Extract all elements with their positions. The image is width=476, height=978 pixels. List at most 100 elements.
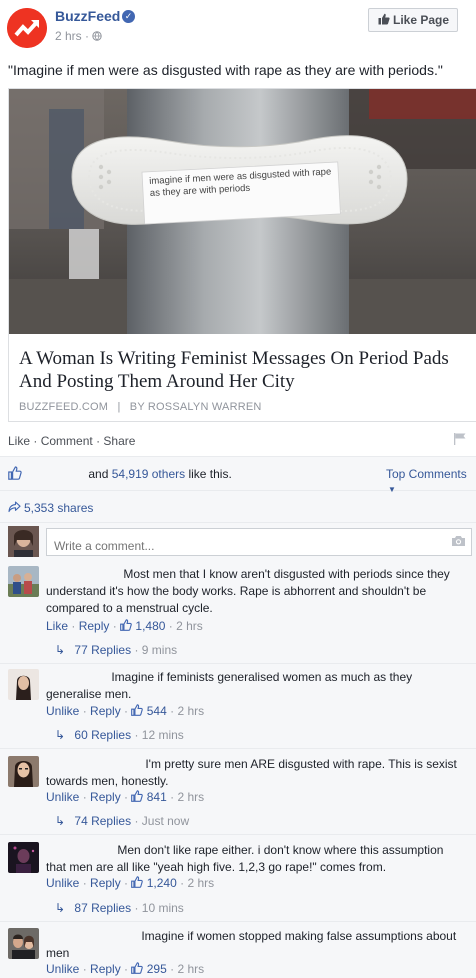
comment-like-count[interactable]: 295 [147, 962, 167, 976]
comment-like-link[interactable]: Unlike [46, 962, 79, 976]
comment-like-link[interactable]: Like [46, 619, 68, 633]
comment-reply-link[interactable]: Reply [90, 790, 121, 804]
replies-count[interactable]: 74 Replies [74, 814, 131, 828]
shares-count-link[interactable]: 5,353 shares [24, 501, 93, 515]
commenter-avatar[interactable] [8, 756, 39, 787]
viewer-avatar[interactable] [8, 526, 39, 557]
link-headline[interactable]: A Woman Is Writing Feminist Messages On … [19, 347, 459, 393]
post-action-row: Like · Comment · Share [0, 426, 476, 454]
comment-time[interactable]: 2 hrs [177, 962, 204, 976]
comment-input[interactable] [46, 528, 472, 556]
commenter-avatar[interactable] [8, 928, 39, 959]
post-timestamp[interactable]: 2 hrs · [55, 29, 103, 43]
replies-time: Just now [141, 814, 190, 828]
ufi-feedback: and 54,919 others like this. Top Comment… [0, 456, 476, 978]
likes-suffix: like this. [188, 467, 232, 481]
commenter-avatar-image [8, 756, 39, 787]
likes-connector: and [88, 467, 109, 481]
likes-count-link[interactable]: 54,919 others [112, 467, 185, 481]
comment-reply-link[interactable]: Reply [90, 876, 121, 890]
comment-reply-link[interactable]: Reply [90, 704, 121, 718]
thumbs-up-icon [131, 790, 144, 802]
commenter-avatar-image [8, 566, 39, 597]
commenter-avatar[interactable] [8, 669, 39, 700]
comment-text: Imagine if feminists generalised women a… [46, 669, 466, 703]
thumbs-up-icon [131, 962, 144, 974]
comment-actions: Unlike · Reply · 1,240 · 2 hrs [46, 876, 215, 890]
page-name[interactable]: BuzzFeed [55, 8, 120, 24]
replies-time: 12 mins [141, 728, 184, 742]
replies-time: 9 mins [141, 643, 178, 657]
comment-reply-link[interactable]: Reply [79, 619, 110, 633]
commenter-avatar[interactable] [8, 566, 39, 597]
top-comments-label: Top Comments [386, 467, 467, 481]
shares-row: 5,353 shares [0, 491, 476, 523]
comment-reply-link[interactable]: Reply [90, 962, 121, 976]
reply-arrow-icon: ↳ [55, 901, 66, 915]
like-link[interactable]: Like [8, 434, 30, 448]
replies-count[interactable]: 87 Replies [74, 901, 131, 915]
like-page-label: Like Page [393, 13, 450, 27]
comment-time[interactable]: 2 hrs [176, 619, 203, 633]
buzzfeed-logo[interactable] [7, 8, 47, 48]
period-pad-photo [9, 89, 476, 334]
redacted-name [46, 844, 114, 854]
comment-text: I'm pretty sure men ARE disgusted with r… [46, 756, 466, 790]
action-dot: · [33, 434, 38, 448]
comment-like-link[interactable]: Unlike [46, 704, 79, 718]
commenter-avatar-image [8, 842, 39, 873]
comment-like-count[interactable]: 841 [147, 790, 167, 804]
comment-divider [0, 834, 476, 835]
redacted-name [46, 671, 108, 681]
comment-replies[interactable]: ↳ 87 Replies · 10 mins [55, 901, 184, 915]
link-domain: BUZZFEED.COM [19, 401, 109, 413]
comment-time[interactable]: 2 hrs [187, 876, 214, 890]
replies-count[interactable]: 77 Replies [74, 643, 131, 657]
link-source: BUZZFEED.COM | BY ROSSALYN WARREN [19, 401, 262, 413]
globe-icon [92, 31, 103, 41]
comment-divider [0, 748, 476, 749]
post-actions: Like · Comment · Share [8, 434, 135, 448]
comment-actions: Like · Reply · 1,480 · 2 hrs [46, 619, 203, 633]
comment-link[interactable]: Comment [41, 434, 93, 448]
comment-text: Men don't like rape either. i don't know… [46, 842, 466, 876]
comment-time[interactable]: 2 hrs [177, 790, 204, 804]
commenter-avatar[interactable] [8, 842, 39, 873]
comment-actions: Unlike · Reply · 295 · 2 hrs [46, 962, 205, 976]
comment-divider [0, 663, 476, 664]
reply-arrow-icon: ↳ [55, 728, 66, 742]
thumbs-up-icon [8, 466, 22, 480]
comment-replies[interactable]: ↳ 60 Replies · 12 mins [55, 728, 184, 742]
link-preview-card[interactable]: imagine if men were as disgusted with ra… [8, 88, 476, 422]
redacted-name [46, 758, 142, 768]
reply-arrow-icon: ↳ [55, 643, 66, 657]
thumbs-up-icon [120, 619, 132, 631]
flag-icon[interactable] [453, 432, 467, 445]
action-dot: · [96, 434, 101, 448]
like-page-button[interactable]: Like Page [368, 8, 458, 32]
redacted-name [46, 930, 138, 940]
comment-replies[interactable]: ↳ 74 Replies · Just now [55, 814, 189, 828]
thumbs-up-icon [131, 704, 144, 716]
comment-actions: Unlike · Reply · 544 · 2 hrs [46, 704, 205, 718]
comment-time[interactable]: 2 hrs [177, 704, 204, 718]
comment-text: Imagine if women stopped making false as… [46, 928, 466, 962]
comment-like-link[interactable]: Unlike [46, 790, 79, 804]
link-preview-image[interactable]: imagine if men were as disgusted with ra… [9, 89, 476, 334]
comment-like-link[interactable]: Unlike [46, 876, 79, 890]
replies-count[interactable]: 60 Replies [74, 728, 131, 742]
comment-like-count[interactable]: 544 [147, 704, 167, 718]
post-time-text: 2 hrs [55, 29, 82, 43]
post-text: "Imagine if men were as disgusted with r… [8, 62, 443, 78]
comment-like-count[interactable]: 1,240 [147, 876, 177, 890]
comment-replies[interactable]: ↳ 77 Replies · 9 mins [55, 643, 177, 657]
reply-arrow-icon: ↳ [55, 814, 66, 828]
thumbs-up-icon [378, 13, 390, 25]
post-time-separator: · [85, 29, 90, 43]
commenter-avatar-image [8, 669, 39, 700]
likes-summary: and 54,919 others like this. [33, 467, 232, 481]
camera-icon[interactable] [451, 535, 466, 547]
redacted-name [46, 568, 120, 578]
comment-like-count[interactable]: 1,480 [135, 619, 165, 633]
share-link[interactable]: Share [103, 434, 135, 448]
